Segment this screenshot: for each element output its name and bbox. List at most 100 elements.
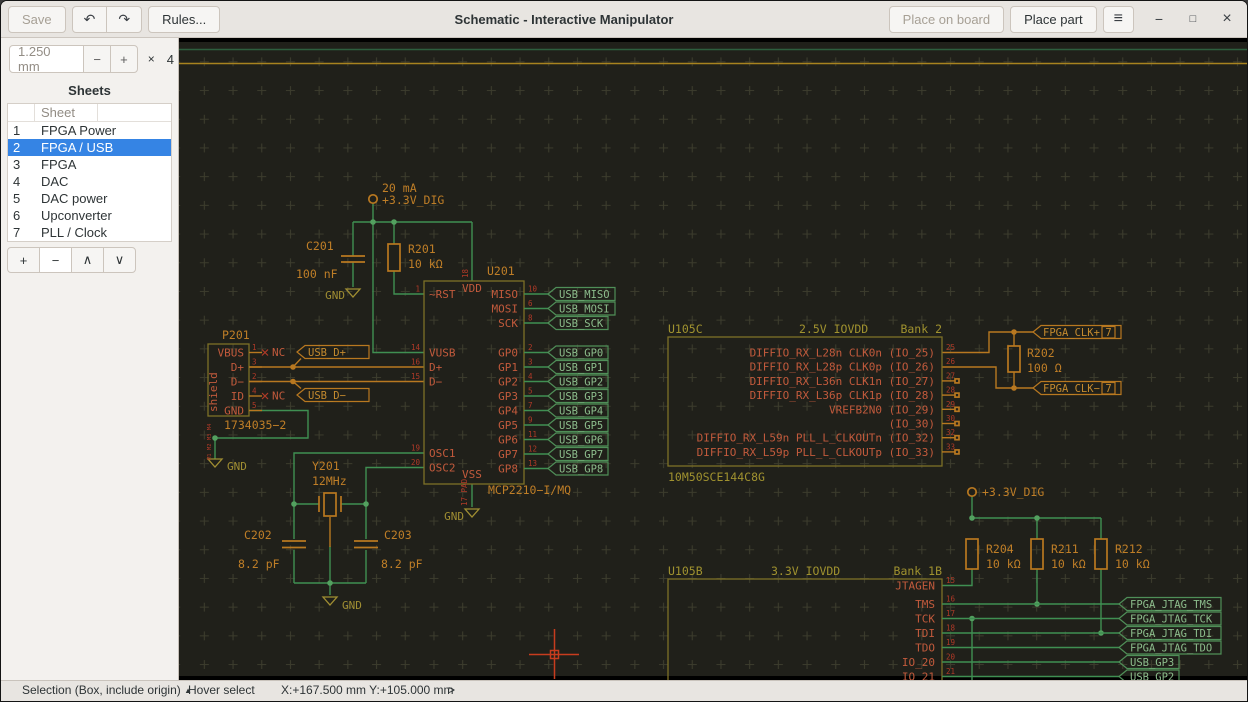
place-part-button[interactable]: Place part bbox=[1010, 6, 1097, 33]
net-label-fpga_jtag_tdo[interactable]: FPGA_JTAG_TDO bbox=[1119, 641, 1221, 654]
sheet-name: DAC bbox=[35, 174, 68, 189]
pin-number: 7 bbox=[528, 401, 533, 410]
y201-ref[interactable]: Y201 bbox=[312, 459, 340, 473]
maximize-icon[interactable]: □ bbox=[1180, 6, 1206, 32]
net-label-usb_mosi[interactable]: USB_MOSI bbox=[548, 302, 615, 315]
u105b-header: 3.3V IOVDD bbox=[771, 564, 840, 578]
sheet-table: Sheet 1 FPGA Power 2 FPGA / USB 3 FPGA 4… bbox=[7, 103, 172, 242]
c203-value[interactable]: 8.2 pF bbox=[381, 557, 423, 571]
command-chevron[interactable]: > bbox=[448, 683, 455, 697]
pin-name: GP4 bbox=[498, 405, 518, 418]
pin-name: ID bbox=[231, 390, 244, 403]
move-sheet-down-button[interactable]: ∨ bbox=[103, 247, 136, 273]
c201-ref[interactable]: C201 bbox=[306, 239, 334, 253]
sheet-ref: 7 bbox=[1105, 327, 1111, 339]
remove-sheet-button[interactable]: − bbox=[39, 247, 72, 273]
c201-value[interactable]: 100 nF bbox=[296, 267, 338, 281]
r211-value[interactable]: 10 kΩ bbox=[1051, 557, 1086, 571]
net-label-fpga-clk-minus[interactable]: FPGA_CLK− 7 bbox=[1033, 382, 1121, 395]
pin-name: SCK bbox=[498, 317, 518, 330]
net-label-fpga_jtag_tdi[interactable]: FPGA_JTAG_TDI bbox=[1119, 627, 1221, 640]
net-label-fpga_jtag_tms[interactable]: FPGA_JTAG_TMS bbox=[1119, 598, 1221, 611]
r201-value[interactable]: 10 kΩ bbox=[408, 257, 443, 271]
pin-name: GP6 bbox=[498, 434, 518, 447]
pin-number: 1 bbox=[415, 285, 420, 294]
pin-name: GP5 bbox=[498, 419, 518, 432]
grid-plus-button[interactable]: + bbox=[110, 45, 138, 73]
rules-button[interactable]: Rules... bbox=[148, 6, 220, 33]
pin-name: GP7 bbox=[498, 448, 518, 461]
c203-ref[interactable]: C203 bbox=[384, 528, 412, 542]
pin-number: 21 bbox=[946, 667, 955, 676]
sheet-column-header[interactable]: Sheet bbox=[8, 104, 171, 122]
minimize-icon[interactable]: − bbox=[1146, 6, 1172, 32]
sheet-row-dac-power[interactable]: 5 DAC power bbox=[8, 190, 171, 207]
gnd-label-u201[interactable]: GND bbox=[444, 510, 464, 523]
pin-name: D+ bbox=[429, 361, 443, 374]
pin-name: (IO_30) bbox=[889, 418, 935, 431]
p201-ref[interactable]: P201 bbox=[222, 328, 250, 342]
gnd-label-p201[interactable]: GND bbox=[227, 460, 247, 473]
close-icon[interactable]: × bbox=[1214, 6, 1240, 32]
power-net-label[interactable]: +3.3V_DIG bbox=[382, 193, 444, 207]
u105c-ref[interactable]: U105C bbox=[668, 322, 703, 336]
power-right-net-label[interactable]: +3.3V_DIG bbox=[982, 485, 1044, 499]
pin-name: TCK bbox=[915, 613, 935, 626]
move-sheet-up-button[interactable]: ∧ bbox=[71, 247, 104, 273]
c202-ref[interactable]: C202 bbox=[244, 528, 272, 542]
pin-name: GP3 bbox=[498, 390, 518, 403]
add-sheet-button[interactable]: + bbox=[7, 247, 40, 273]
r212-value[interactable]: 10 kΩ bbox=[1115, 557, 1150, 571]
sheet-row-fpga-power[interactable]: 1 FPGA Power bbox=[8, 122, 171, 139]
place-on-board-button[interactable]: Place on board bbox=[889, 6, 1004, 33]
r202-ref[interactable]: R202 bbox=[1027, 346, 1055, 360]
sheet-row-pll-clock[interactable]: 7 PLL / Clock bbox=[8, 224, 171, 241]
grid-minus-button[interactable]: − bbox=[83, 45, 111, 73]
schematic-canvas[interactable]: 20 mA +3.3V_DIG C201 100 nF GND R201 10 … bbox=[179, 38, 1247, 680]
window-title: Schematic - Interactive Manipulator bbox=[201, 12, 927, 27]
pin-name: DIFFIO_RX_L28p CLK0p (IO_26) bbox=[750, 361, 935, 374]
redo-icon[interactable]: ↷ bbox=[106, 6, 142, 33]
sheet-row-upconverter[interactable]: 6 Upconverter bbox=[8, 207, 171, 224]
r211-ref[interactable]: R211 bbox=[1051, 542, 1079, 556]
pin-number: 18 bbox=[946, 624, 956, 633]
sheet-row-fpga-usb[interactable]: 2 FPGA / USB bbox=[8, 139, 171, 156]
sheet-number: 3 bbox=[8, 157, 35, 172]
net-label-text: USB_MISO bbox=[559, 289, 610, 301]
save-button[interactable]: Save bbox=[8, 6, 66, 33]
r201-ref[interactable]: R201 bbox=[408, 242, 436, 256]
pin-number: 4 bbox=[252, 387, 257, 396]
sheet-row-dac[interactable]: 4 DAC bbox=[8, 173, 171, 190]
grid-spacing-input[interactable]: 1.250 mm bbox=[9, 45, 84, 73]
net-label-usb_miso[interactable]: USB_MISO bbox=[548, 288, 615, 301]
hover-select-label[interactable]: Hover select bbox=[188, 683, 255, 697]
r202-value[interactable]: 100 Ω bbox=[1027, 361, 1062, 375]
pin-number: 27 bbox=[946, 371, 955, 380]
u201-ref[interactable]: U201 bbox=[487, 264, 515, 278]
pin-name: VREFB2N0 (IO_29) bbox=[829, 403, 935, 416]
grid-times-label: × bbox=[148, 52, 155, 66]
r204-value[interactable]: 10 kΩ bbox=[986, 557, 1021, 571]
net-label-text: FPGA_JTAG_TMS bbox=[1130, 599, 1212, 611]
sheet-row-fpga[interactable]: 3 FPGA bbox=[8, 156, 171, 173]
net-label-fpga_jtag_tck[interactable]: FPGA_JTAG_TCK bbox=[1119, 612, 1221, 625]
grid-multiplier-value[interactable]: 4 bbox=[167, 52, 174, 67]
r204-ref[interactable]: R204 bbox=[986, 542, 1014, 556]
net-label-fpga-clk-plus[interactable]: FPGA_CLK+ 7 bbox=[1033, 326, 1121, 339]
gnd-label-c201[interactable]: GND bbox=[325, 289, 345, 302]
undo-icon[interactable]: ↶ bbox=[72, 6, 108, 33]
gnd-label-y201[interactable]: GND bbox=[342, 599, 362, 612]
pin-name: GP2 bbox=[498, 376, 518, 389]
sheet-number: 1 bbox=[8, 123, 35, 138]
c202-value[interactable]: 8.2 pF bbox=[238, 557, 280, 571]
r212-ref[interactable]: R212 bbox=[1115, 542, 1143, 556]
pin-name: TDI bbox=[915, 627, 935, 640]
y201-value[interactable]: 12MHz bbox=[312, 474, 347, 488]
pin-number: 3 bbox=[528, 358, 533, 367]
cursor-coordinates: X:+167.500 mm Y:+105.000 mm bbox=[281, 683, 454, 697]
pin-number: 16 bbox=[946, 595, 956, 604]
u105b-ref[interactable]: U105B bbox=[668, 564, 703, 578]
pin-number: 10 bbox=[528, 285, 538, 294]
selection-mode-button[interactable]: Selection (Box, include origin) ▲ bbox=[22, 683, 192, 697]
menu-icon[interactable]: ≡ bbox=[1103, 6, 1134, 33]
